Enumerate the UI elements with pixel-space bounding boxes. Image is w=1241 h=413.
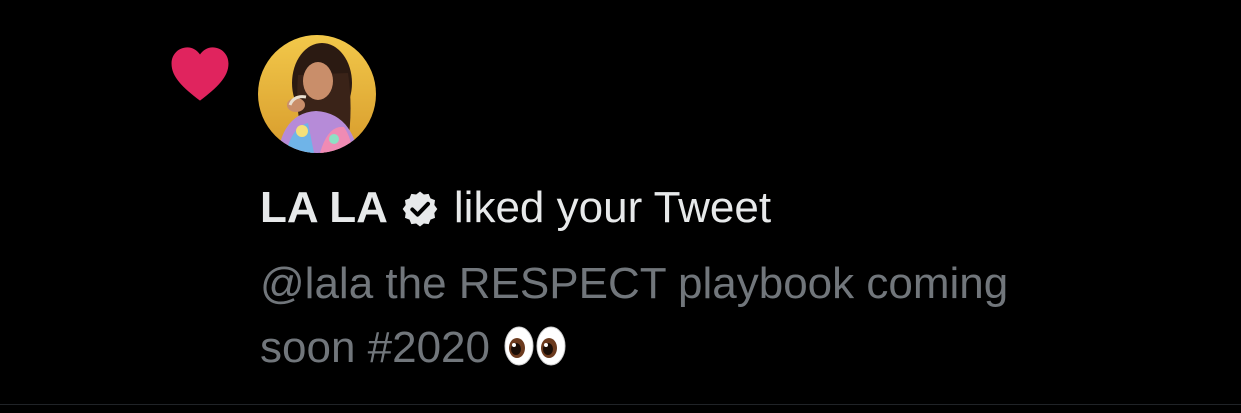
eyes-emoji-icon (504, 326, 566, 366)
like-notification[interactable]: LA LA liked your Tweet @lala the RESPECT… (0, 0, 1241, 404)
tweet-text[interactable]: @lala the RESPECT playbook coming soon #… (260, 252, 1200, 380)
user-name[interactable]: LA LA (260, 180, 388, 236)
action-text: liked your Tweet (453, 183, 772, 232)
divider (0, 404, 1241, 405)
tweet-text-line-2-text: soon #2020 (260, 323, 490, 372)
avatar[interactable] (258, 35, 376, 153)
heart-icon (171, 47, 229, 101)
tweet-text-line-2: soon #2020 (260, 316, 1200, 380)
profile-photo (258, 35, 376, 153)
verified-badge-icon (402, 191, 438, 227)
tweet-text-line-1: @lala the RESPECT playbook coming (260, 259, 1009, 308)
